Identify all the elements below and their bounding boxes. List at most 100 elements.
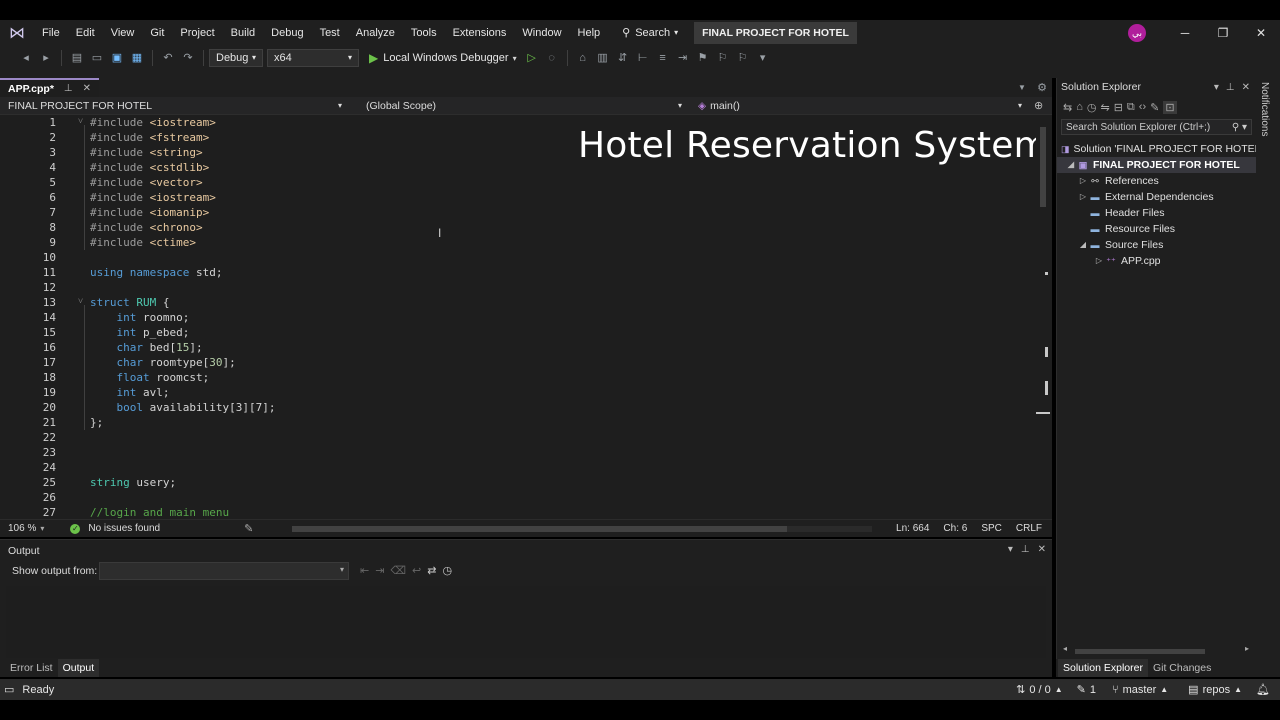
dropdown-icon[interactable]: ▾ (1008, 544, 1013, 555)
code-line[interactable]: 14 int roomno; (0, 310, 1000, 325)
pin-icon[interactable]: ⊥ (1226, 78, 1235, 97)
clear-all-icon[interactable]: ⌫ (390, 564, 406, 577)
tree-external-dependencies[interactable]: ▷ ▬ External Dependencies (1057, 189, 1256, 205)
undo-icon[interactable]: ↶ (159, 49, 177, 67)
code-line[interactable]: 13 ˅ struct RUM { (0, 295, 1000, 310)
properties-icon[interactable]: ✎ (1150, 101, 1159, 114)
bookmark-icon[interactable]: ⚑ (694, 49, 712, 67)
menu-build[interactable]: Build (223, 20, 263, 46)
code-line[interactable]: 9 #include <ctime> (0, 235, 1000, 250)
restore-icon[interactable]: ❐ (1204, 26, 1242, 40)
prev-message-icon[interactable]: ⇤ (360, 564, 369, 577)
output-source-dropdown[interactable]: ▾ (99, 562, 349, 580)
step-icon[interactable]: ⇵ (614, 49, 632, 67)
toggle-wrap-icon[interactable]: ⇄ (427, 564, 436, 577)
open-folder-icon[interactable]: ▭ (88, 49, 106, 67)
menu-test[interactable]: Test (312, 20, 348, 46)
pin-icon[interactable]: ⊥ (1021, 544, 1030, 555)
solution-search-input[interactable]: Search Solution Explorer (Ctrl+;) ⚲ ▾ (1061, 119, 1252, 135)
tab-list-dropdown-icon[interactable]: ▼ (1013, 79, 1031, 97)
preview-icon[interactable]: ⊡ (1163, 100, 1177, 114)
menu-debug[interactable]: Debug (263, 20, 311, 46)
code-line[interactable]: 15 int p_ebed; (0, 325, 1000, 340)
code-line[interactable]: 23 (0, 445, 1000, 460)
tab-error-list[interactable]: Error List (5, 659, 58, 677)
member-navigation-dropdown[interactable]: ◈ main() ▾ (690, 97, 1030, 115)
code-line[interactable]: 12 (0, 280, 1000, 295)
chevron-up-icon[interactable]: ▲ (1055, 685, 1063, 694)
tab-solution-explorer[interactable]: Solution Explorer (1058, 659, 1148, 677)
code-line[interactable]: 7 #include <iomanip> (0, 205, 1000, 220)
word-wrap-icon[interactable]: ↩ (412, 564, 421, 577)
tree-source-files[interactable]: ◢ ▬ Source Files (1057, 237, 1256, 253)
line-indicator[interactable]: Ln: 664 (896, 523, 929, 534)
project-navigation-dropdown[interactable]: FINAL PROJECT FOR HOTEL ▾ (0, 97, 350, 115)
scrollbar-thumb[interactable] (1075, 649, 1205, 654)
redo-icon[interactable]: ↷ (179, 49, 197, 67)
menu-extensions[interactable]: Extensions (445, 20, 515, 46)
notifications-bell-icon[interactable]: 🔔︎ (1256, 683, 1270, 696)
code-line[interactable]: 18 float roomcst; (0, 370, 1000, 385)
expanded-triangle-icon[interactable]: ◢ (1077, 237, 1089, 253)
code-line[interactable]: 6 #include <iostream> (0, 190, 1000, 205)
code-line[interactable]: 27 //login and main menu (0, 505, 1000, 519)
scroll-left-icon[interactable]: ◂ (1063, 644, 1067, 653)
chevron-down-icon[interactable]: ▾ (40, 524, 44, 533)
column-indicator[interactable]: Ch: 6 (943, 523, 967, 534)
menu-analyze[interactable]: Analyze (348, 20, 403, 46)
code-line[interactable]: 25 string usery; (0, 475, 1000, 490)
save-all-icon[interactable]: ▦ (128, 49, 146, 67)
dropdown-icon[interactable]: ▾ (1214, 78, 1219, 97)
menu-project[interactable]: Project (172, 20, 222, 46)
close-icon[interactable]: ✕ (1038, 544, 1046, 555)
zoom-level[interactable]: 106 % (8, 523, 36, 534)
editor-horizontal-scrollbar[interactable] (292, 526, 872, 532)
breakpoint-icon[interactable]: ⊢ (634, 49, 652, 67)
whitespace-indicator[interactable]: SPC (981, 523, 1002, 534)
tree-references[interactable]: ▷ ⚯ References (1057, 173, 1256, 189)
menu-file[interactable]: File (34, 20, 68, 46)
code-view-icon[interactable]: ‹› (1139, 101, 1146, 113)
history-icon[interactable]: ◷ (1087, 101, 1097, 114)
collapsed-triangle-icon[interactable]: ▷ (1077, 189, 1089, 205)
split-icon[interactable]: ⊕ (1034, 99, 1043, 112)
branch-name[interactable]: master (1123, 684, 1157, 696)
menu-window[interactable]: Window (514, 20, 569, 46)
layout-icon[interactable]: ▥ (594, 49, 612, 67)
code-line[interactable]: 21}; (0, 415, 1000, 430)
indent-icon[interactable]: ⇥ (674, 49, 692, 67)
start-debugging-button[interactable]: ▶ Local Windows Debugger ▾ (369, 51, 517, 65)
pin-icon[interactable]: ⊥ (64, 83, 73, 94)
code-line[interactable]: 24 (0, 460, 1000, 475)
user-avatar[interactable]: بي (1128, 24, 1146, 42)
expanded-triangle-icon[interactable]: ◢ (1065, 157, 1077, 173)
code-line[interactable]: 22 (0, 430, 1000, 445)
code-line[interactable]: 19 int avl; (0, 385, 1000, 400)
output-window-icon[interactable]: ▭ (4, 683, 14, 696)
minimize-icon[interactable]: ─ (1166, 26, 1204, 40)
tree-header-files[interactable]: ▬ Header Files (1057, 205, 1256, 221)
collapsed-triangle-icon[interactable]: ▷ (1093, 253, 1105, 269)
code-cleanup-icon[interactable]: ✎ (244, 522, 253, 535)
switch-views-icon[interactable]: ⇆ (1063, 101, 1072, 114)
code-line[interactable]: 16 char bed[15]; (0, 340, 1000, 355)
tab-git-changes[interactable]: Git Changes (1148, 659, 1216, 677)
forward-icon[interactable]: ▸ (37, 49, 55, 67)
scrollbar-thumb[interactable] (292, 526, 787, 532)
code-editor[interactable]: 1 ˅ #include <iostream> 2 #include <fstream>… (0, 115, 1052, 519)
platform-dropdown[interactable]: x64 ▾ (267, 49, 359, 67)
tree-app-cpp[interactable]: ▷ ⁺⁺ APP.cpp (1057, 253, 1256, 269)
search-menu[interactable]: ⚲ Search ▾ (614, 20, 686, 46)
notifications-tab[interactable]: Notifications (1259, 82, 1270, 136)
solution-horizontal-scrollbar[interactable]: ◂ ▸ (1063, 644, 1249, 655)
configuration-dropdown[interactable]: Debug ▾ (209, 49, 263, 67)
menu-view[interactable]: View (103, 20, 143, 46)
menu-help[interactable]: Help (570, 20, 609, 46)
collapse-all-icon[interactable]: ⊟ (1114, 101, 1123, 114)
chevron-up-icon[interactable]: ▲ (1160, 685, 1168, 694)
tree-solution[interactable]: ◨ Solution 'FINAL PROJECT FOR HOTEL' ( (1057, 141, 1269, 157)
timestamp-icon[interactable]: ◷ (442, 564, 452, 577)
tree-resource-files[interactable]: ▬ Resource Files (1057, 221, 1256, 237)
tab-output[interactable]: Output (57, 659, 100, 677)
menu-tools[interactable]: Tools (403, 20, 445, 46)
